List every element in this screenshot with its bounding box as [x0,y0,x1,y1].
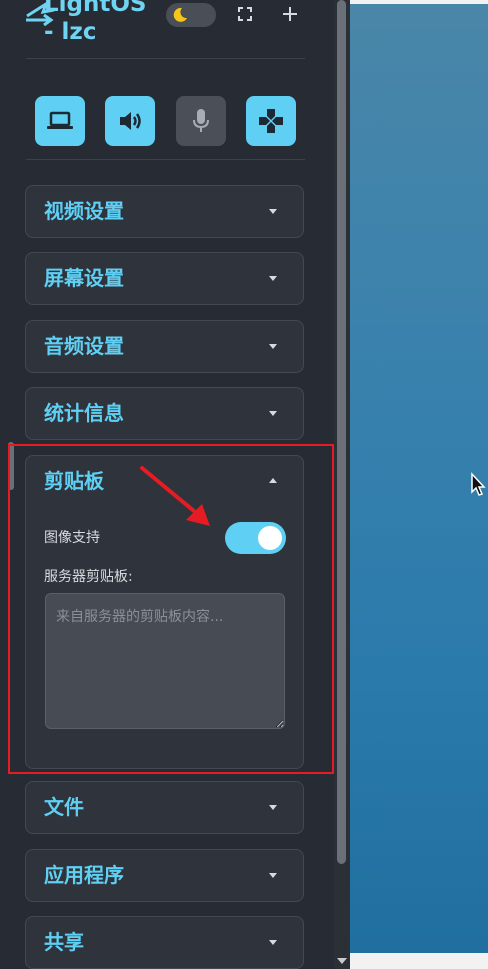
desktop-top-edge [350,0,488,4]
microphone-button[interactable] [176,96,226,146]
chevron-down-icon [269,940,277,945]
panel-label: 共享 [44,930,84,954]
toggle-knob [258,526,282,550]
header-divider [26,58,305,59]
mouse-cursor-icon [471,472,486,496]
theme-toggle[interactable] [166,3,216,27]
laptop-icon [47,111,73,129]
panel-statistics[interactable]: 统计信息 [25,387,304,440]
panel-video-settings[interactable]: 视频设置 [25,185,304,238]
chevron-down-icon [269,805,277,810]
speaker-icon [120,112,141,130]
desktop-bottom-edge [350,953,488,969]
annotation-arrow-icon [140,466,210,526]
panel-label: 应用程序 [44,863,124,887]
panel-share[interactable]: 共享 [25,916,304,969]
panel-screen-settings[interactable]: 屏幕设置 [25,252,304,305]
panel-label: 音频设置 [44,334,124,358]
chevron-down-icon [269,276,277,281]
panel-label: 屏幕设置 [44,266,124,290]
server-clipboard-textarea[interactable] [45,593,285,729]
chevron-down-icon [269,344,277,349]
server-clipboard-label: 服务器剪贴板: [44,569,133,585]
moon-icon [173,7,187,22]
scrollbar-thumb[interactable] [337,0,346,864]
panel-applications[interactable]: 应用程序 [25,849,304,902]
chevron-down-icon [269,873,277,878]
scroll-down-arrow-icon[interactable] [337,958,347,964]
image-support-toggle[interactable] [225,522,286,554]
resize-handle[interactable] [8,442,14,490]
gamepad-button[interactable] [246,96,296,146]
fullscreen-icon[interactable] [237,6,253,22]
image-support-label: 图像支持 [44,530,100,546]
display-button[interactable] [35,96,85,146]
chevron-down-icon [269,209,277,214]
panel-label: 文件 [44,795,84,819]
chevron-down-icon [269,411,277,416]
chevron-up-icon[interactable] [269,478,277,483]
panel-label[interactable]: 剪贴板 [44,468,104,494]
panel-label: 统计信息 [44,401,124,425]
quick-divider [26,159,305,160]
remote-desktop-view[interactable] [350,0,488,969]
sidebar-header: LightOS - lzc [0,0,334,58]
plus-icon[interactable] [282,6,298,22]
gamepad-icon [259,109,283,133]
panel-audio-settings[interactable]: 音频设置 [25,320,304,373]
app-title: LightOS - lzc [44,0,147,45]
panel-label: 视频设置 [44,199,124,223]
microphone-icon [193,109,209,132]
panel-files[interactable]: 文件 [25,781,304,834]
audio-button[interactable] [105,96,155,146]
